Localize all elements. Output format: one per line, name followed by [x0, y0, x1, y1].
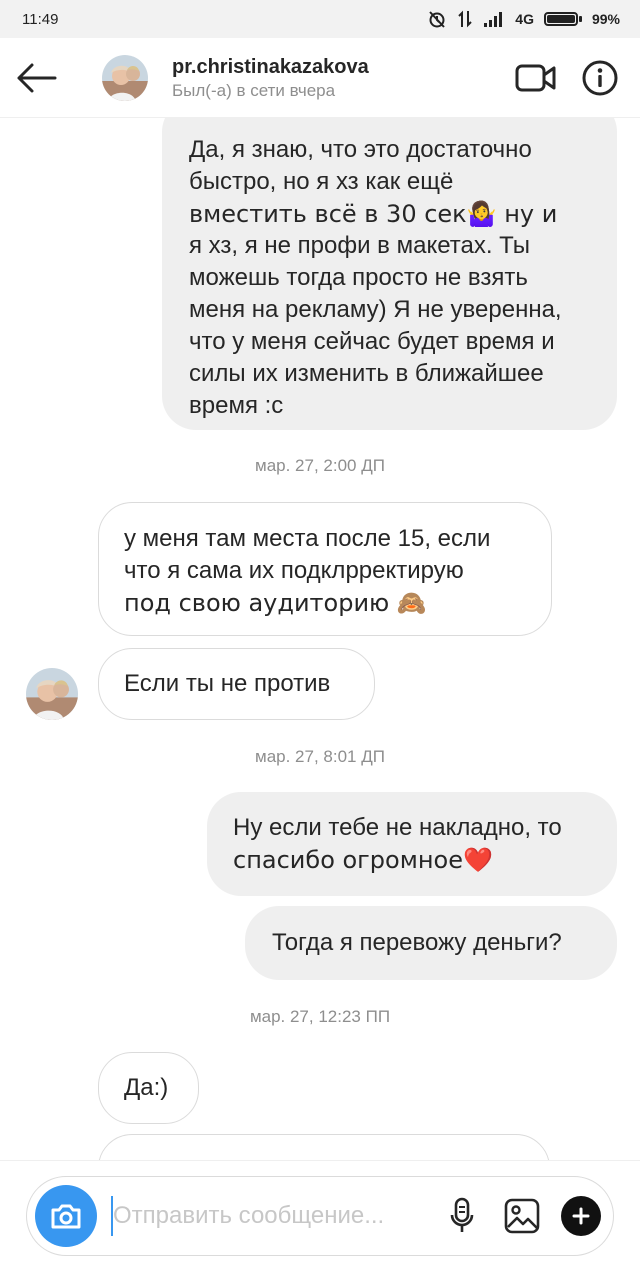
contact-username: pr.christinakazakova: [172, 55, 369, 78]
camera-button[interactable]: [35, 1185, 97, 1247]
message-bubble-incoming[interactable]: Да:): [98, 1052, 199, 1124]
composer-bar: [0, 1160, 640, 1280]
camera-icon: [51, 1204, 81, 1229]
message-line: что я сама их подклрректирую: [124, 557, 464, 584]
message-line: вместить всё в 30 сек🤷‍♀️ ну и: [189, 200, 558, 228]
message-line: у меня там места после 15, если: [124, 525, 491, 552]
message-bubble-incoming-partial[interactable]: [98, 1134, 550, 1160]
message-bubble-incoming[interactable]: у меня там места после 15, если что я са…: [98, 502, 552, 636]
message-line: Да:): [124, 1074, 169, 1101]
more-options-button[interactable]: [561, 1196, 601, 1236]
gallery-button[interactable]: [489, 1185, 555, 1247]
message-line: меня на рекламу) Я не уверенна,: [189, 296, 562, 323]
voice-message-button[interactable]: [435, 1185, 489, 1247]
message-line: что у меня сейчас будет время и: [189, 328, 555, 355]
message-timestamp: мар. 27, 12:23 ПП: [249, 1007, 391, 1026]
battery-percent: 99%: [591, 11, 620, 27]
message-line: силы их изменить в ближайшее: [189, 360, 544, 387]
status-bar: 11:49 4G 99%: [0, 0, 640, 38]
message-bubble-outgoing[interactable]: Да, я знаю, что это достаточно быстро, н…: [162, 118, 617, 430]
chat-screen: 11:49 4G 99% pr.christinakazakova Был(-а…: [0, 0, 640, 1280]
chat-header: pr.christinakazakova Был(-а) в сети вчер…: [0, 38, 640, 118]
message-bubble-incoming[interactable]: Если ты не против: [98, 648, 375, 720]
message-bubble-outgoing[interactable]: Тогда я перевожу деньги?: [245, 906, 617, 980]
video-call-button[interactable]: [504, 38, 568, 118]
info-button[interactable]: [568, 38, 632, 118]
message-bubble-outgoing[interactable]: Ну если тебе не накладно, то спасибо огр…: [207, 792, 617, 896]
contact-info[interactable]: pr.christinakazakova Был(-а) в сети вчер…: [172, 54, 504, 102]
message-line: Если ты не против: [124, 670, 331, 697]
battery-icon: [543, 12, 582, 26]
data-transfer-icon: [458, 10, 472, 28]
message-line: я хз, я не профи в макетах. Ты: [189, 232, 531, 259]
message-line: можешь тогда просто не взять: [189, 264, 528, 291]
back-arrow-icon: [17, 63, 57, 92]
status-time: 11:49: [22, 10, 59, 28]
message-line: спасибо огромное❤️: [233, 846, 493, 874]
signal-icon: [484, 12, 503, 27]
contact-presence: Был(-а) в сети вчера: [172, 80, 336, 100]
status-indicators: 4G 99%: [427, 9, 620, 29]
alarm-off-icon: [429, 11, 446, 28]
network-type: 4G: [515, 11, 534, 27]
message-timestamp: мар. 27, 8:01 ДП: [255, 747, 385, 766]
microphone-icon: [450, 1197, 474, 1232]
message-line: быстро, но я хз как ещё: [189, 168, 454, 195]
back-button[interactable]: [0, 38, 76, 118]
message-line: время :с: [189, 392, 284, 419]
contact-avatar-small[interactable]: [26, 668, 78, 720]
plus-icon: [572, 1207, 590, 1225]
message-input[interactable]: [111, 1196, 435, 1236]
info-icon: [582, 60, 618, 95]
message-timestamp: мар. 27, 2:00 ДП: [255, 456, 385, 475]
profile-photo: [102, 54, 148, 101]
message-composer: [26, 1176, 614, 1256]
video-call-icon: [515, 64, 556, 91]
profile-photo: [26, 668, 78, 720]
message-line: Ну если тебе не накладно, то: [233, 814, 562, 841]
message-line: Да, я знаю, что это достаточно: [189, 136, 532, 163]
contact-avatar[interactable]: [102, 54, 148, 101]
gallery-icon: [504, 1198, 540, 1234]
message-line: под свою аудиторию 🙈: [124, 589, 427, 617]
message-list[interactable]: Да, я знаю, что это достаточно быстро, н…: [0, 118, 640, 1160]
message-line: Тогда я перевожу деньги?: [272, 929, 562, 956]
